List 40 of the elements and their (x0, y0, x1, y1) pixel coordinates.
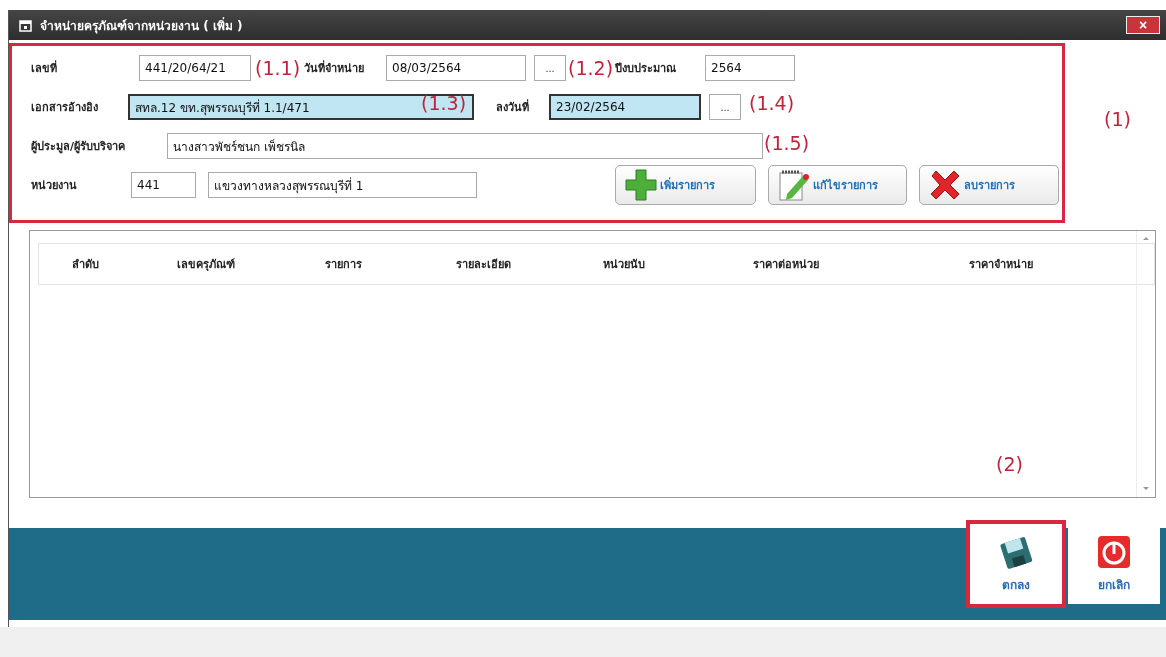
plus-icon (624, 168, 658, 202)
annotation-label: (1.3) (421, 92, 467, 114)
annotation-label: (1.4) (749, 92, 795, 114)
notepad-pencil-icon (777, 168, 811, 202)
column-header: รายละเอียด (456, 257, 511, 273)
field-label: ลงวันที่ (496, 98, 530, 116)
text-field[interactable]: นางสาวพัชร์ชนก เพ็ชรนิล (167, 133, 763, 159)
toolbar-button[interactable]: เพิ่มรายการ (615, 165, 756, 205)
text-field[interactable]: 2564 (705, 55, 796, 81)
calendar-icon (19, 18, 32, 32)
date-picker-button[interactable]: ... (709, 94, 741, 120)
field-label: ปีงบประมาณ (615, 61, 678, 77)
column-header: เลขครุภัณฑ์ (177, 257, 235, 273)
field-label: ผู้ประมูล/ผู้รับบริจาค (31, 139, 127, 155)
cross-icon (928, 168, 962, 202)
text-field[interactable]: 441 (131, 172, 196, 198)
window-title: จำหน่ายครุภัณฑ์จากหน่วยงาน ( เพิ่ม ) (40, 16, 244, 35)
field-label: หน่วยงาน (31, 178, 78, 194)
text-field[interactable]: 441/20/64/21 (139, 55, 251, 81)
field-label: วันที่จำหน่าย (304, 59, 366, 77)
column-header: ราคาจำหน่าย (969, 257, 1033, 273)
annotation-label: (1.1) (255, 57, 301, 79)
column-header: ราคาต่อหน่วย (753, 257, 819, 273)
close-button[interactable]: × (1126, 16, 1160, 34)
field-label: เลขที่ (31, 59, 58, 77)
annotation-label: (1) (1104, 108, 1131, 130)
date-picker-button[interactable]: ... (534, 55, 567, 81)
column-header: ลำดับ (71, 257, 99, 273)
text-field[interactable]: 08/03/2564 (386, 55, 527, 81)
toolbar-button[interactable]: ลบรายการ (919, 165, 1059, 205)
toolbar-button[interactable]: แก้ไขรายการ (768, 165, 907, 205)
annotation-label: (1.2) (568, 57, 614, 79)
annotation-label: (1.5) (764, 132, 810, 154)
column-header: หน่วยนับ (602, 257, 645, 273)
text-field[interactable]: แขวงทางหลวงสุพรรณบุรีที่ 1 (208, 172, 477, 198)
power-icon (1097, 534, 1131, 569)
text-field[interactable]: 23/02/2564 (549, 94, 701, 120)
column-header: รายการ (325, 257, 362, 273)
field-label: เอกสารอ้างอิง (31, 100, 99, 116)
annotation-label: (2) (996, 453, 1023, 475)
